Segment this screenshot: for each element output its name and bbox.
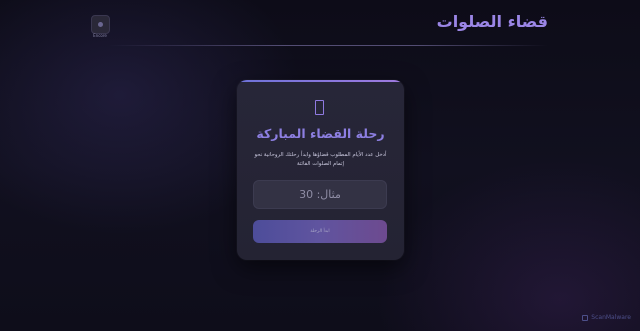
watermark-text: ScanMalware	[591, 314, 631, 321]
card-accent-line	[237, 80, 404, 82]
qada-card: رحلة القضاء المباركة أدخل عدد الأيام الم…	[237, 80, 404, 260]
logo-icon[interactable]	[91, 15, 110, 34]
card-title: رحلة القضاء المباركة	[256, 126, 385, 141]
start-journey-button[interactable]: ابدأ الرحلة	[253, 220, 387, 243]
card-description: أدخل عدد الأيام المطلوب قضاؤها وابدأ رحل…	[254, 152, 387, 167]
watermark: ScanMalware	[582, 314, 631, 321]
page-title: قضاء الصلوات	[436, 12, 548, 31]
logo-dot	[98, 22, 103, 27]
logo-label: Encore	[93, 33, 107, 38]
book-icon	[315, 100, 324, 115]
shield-icon	[582, 314, 589, 321]
days-input[interactable]	[253, 180, 387, 209]
header-divider	[108, 45, 548, 46]
